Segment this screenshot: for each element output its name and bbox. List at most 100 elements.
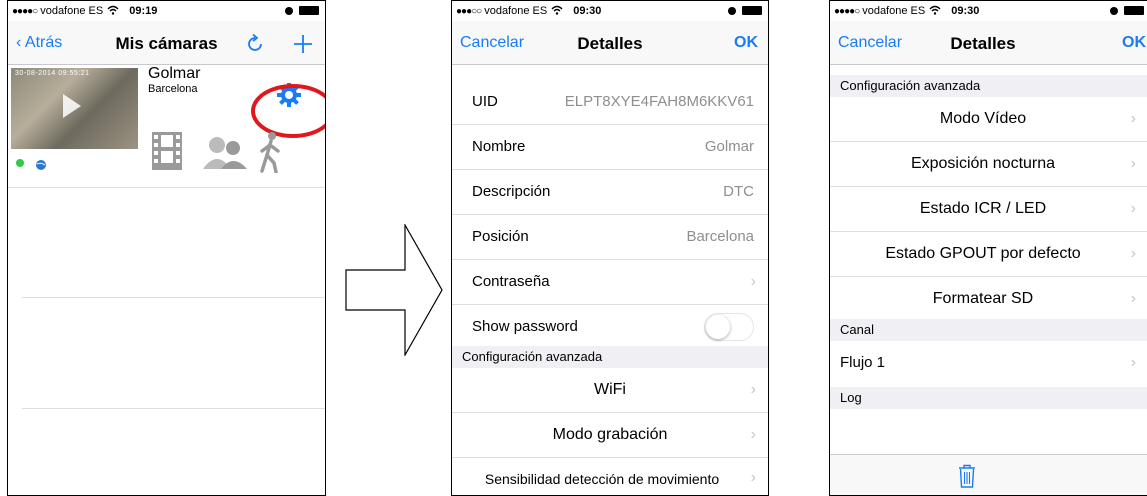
highlight-ring — [251, 84, 325, 138]
play-icon — [63, 94, 81, 118]
chevron-right-icon: › — [750, 273, 756, 290]
alarm-icon — [285, 6, 293, 15]
toggle-knob — [706, 315, 730, 339]
section-header-log: Log — [830, 387, 1147, 409]
chevron-right-icon: › — [1130, 110, 1136, 127]
uid-label: UID — [472, 93, 498, 110]
clock: 09:19 — [129, 5, 158, 17]
wifi-icon — [107, 5, 119, 18]
contacts-icon[interactable] — [203, 135, 247, 174]
signal-dots: ●●●●○ — [12, 5, 38, 17]
thumbnail-timestamp: 30-08-2014 09:55:21 — [15, 70, 90, 77]
screen-my-cameras: ●●●●○ vodafone ES 09:19 ‹ Atrás Mis cáma… — [7, 0, 326, 496]
name-value: Golmar — [704, 138, 754, 155]
format-sd-label: Formatear SD — [932, 290, 1034, 307]
page-title: Detalles — [950, 34, 1016, 53]
screen-details-advanced: ●●●●○ vodafone ES 09:30 Cancelar Detalle… — [829, 0, 1147, 496]
description-row[interactable]: Descripción DTC — [452, 170, 768, 215]
chevron-right-icon: › — [750, 381, 756, 398]
stream-row[interactable]: Flujo 1 › — [830, 341, 1147, 386]
motion-sensitivity-label: Sensibilidad detección de movimiento — [484, 471, 720, 487]
chevron-right-icon: › — [750, 426, 756, 443]
chevron-right-icon: › — [1130, 155, 1136, 172]
battery-icon — [299, 6, 319, 15]
transition-arrow-icon — [345, 224, 443, 356]
wifi-row[interactable]: WiFi › — [452, 368, 768, 413]
screen-details: ●●●○○ vodafone ES 09:30 Cancelar Detalle… — [451, 0, 769, 496]
password-row[interactable]: Contraseña › — [452, 260, 768, 305]
section-header-advanced: Configuración avanzada — [452, 346, 768, 368]
night-exposure-label: Exposición nocturna — [910, 155, 1056, 172]
film-icon[interactable] — [150, 131, 184, 176]
carrier-label: vodafone ES — [40, 5, 104, 17]
format-sd-row[interactable]: Formatear SD › — [830, 277, 1147, 322]
refresh-icon[interactable] — [244, 33, 266, 60]
camera-thumbnail[interactable]: 30-08-2014 09:55:21 — [11, 68, 138, 149]
list-divider — [22, 297, 325, 298]
position-label: Posición — [472, 228, 529, 245]
battery-icon — [1124, 6, 1144, 15]
recording-mode-row[interactable]: Modo grabación › — [452, 413, 768, 458]
camera-location: Barcelona — [148, 83, 198, 95]
status-bar: ●●●○○ vodafone ES 09:30 — [452, 1, 768, 21]
description-value: DTC — [723, 183, 754, 200]
globe-icon — [35, 158, 47, 176]
chevron-right-icon: › — [750, 469, 756, 486]
clock: 09:30 — [573, 5, 602, 17]
carrier-label: vodafone ES — [862, 5, 926, 17]
wifi-icon — [929, 5, 941, 18]
alarm-icon — [1110, 6, 1118, 15]
recording-mode-label: Modo grabación — [552, 426, 668, 443]
ok-button[interactable]: OK — [734, 34, 758, 52]
gpout-default-label: Estado GPOUT por defecto — [885, 245, 1081, 262]
chevron-right-icon: › — [1130, 354, 1136, 371]
signal-dots: ●●●●○ — [834, 5, 860, 17]
alarm-icon — [728, 6, 736, 15]
nav-bar: Cancelar Detalles OK — [830, 21, 1147, 65]
ok-button[interactable]: OK — [1122, 34, 1146, 52]
section-header-advanced: Configuración avanzada — [830, 75, 1147, 97]
nav-bar: Cancelar Detalles OK — [452, 21, 768, 65]
name-label: Nombre — [472, 138, 526, 155]
page-title: Mis cámaras — [115, 34, 218, 53]
show-password-toggle[interactable] — [704, 313, 754, 341]
uid-value: ELPT8XYE4FAH8M6KKV61 — [564, 93, 754, 110]
position-value: Barcelona — [686, 228, 754, 245]
clock: 09:30 — [951, 5, 980, 17]
chevron-right-icon: › — [1130, 290, 1136, 307]
icr-led-row[interactable]: Estado ICR / LED › — [830, 187, 1147, 232]
section-header-channel: Canal — [830, 319, 1147, 341]
add-icon[interactable] — [292, 33, 314, 60]
video-mode-row[interactable]: Modo Vídeo › — [830, 97, 1147, 142]
battery-icon — [742, 6, 762, 15]
trash-icon[interactable] — [958, 464, 976, 493]
carrier-label: vodafone ES — [484, 5, 548, 17]
show-password-label: Show password — [472, 318, 578, 335]
wifi-icon — [551, 5, 563, 18]
description-label: Descripción — [472, 183, 551, 200]
password-label: Contraseña — [472, 273, 550, 290]
icr-led-label: Estado ICR / LED — [919, 200, 1047, 217]
page-title: Detalles — [577, 34, 643, 53]
night-exposure-row[interactable]: Exposición nocturna › — [830, 142, 1147, 187]
name-row[interactable]: Nombre Golmar — [452, 125, 768, 170]
online-status-dot — [16, 159, 24, 167]
walker-icon[interactable] — [256, 131, 286, 178]
uid-row[interactable]: UID ELPT8XYE4FAH8M6KKV61 — [452, 80, 768, 125]
list-divider — [22, 408, 325, 409]
camera-name: Golmar — [148, 65, 201, 82]
motion-sensitivity-row[interactable]: Sensibilidad detección de movimiento › — [452, 458, 768, 495]
show-password-row: Show password — [452, 305, 768, 350]
gpout-default-row[interactable]: Estado GPOUT por defecto › — [830, 232, 1147, 277]
status-bar: ●●●●○ vodafone ES 09:30 — [830, 1, 1147, 21]
status-bar: ●●●●○ vodafone ES 09:19 — [8, 1, 325, 21]
camera-row[interactable]: 30-08-2014 09:55:21 Golmar Barcelona — [8, 65, 325, 188]
chevron-right-icon: › — [1130, 245, 1136, 262]
signal-dots: ●●●○○ — [456, 5, 482, 17]
chevron-right-icon: › — [1130, 200, 1136, 217]
video-mode-label: Modo Vídeo — [939, 110, 1027, 127]
position-row[interactable]: Posición Barcelona — [452, 215, 768, 260]
bottom-toolbar — [830, 454, 1147, 495]
stream-label: Flujo 1 — [840, 354, 886, 371]
wifi-label: WiFi — [594, 381, 626, 398]
